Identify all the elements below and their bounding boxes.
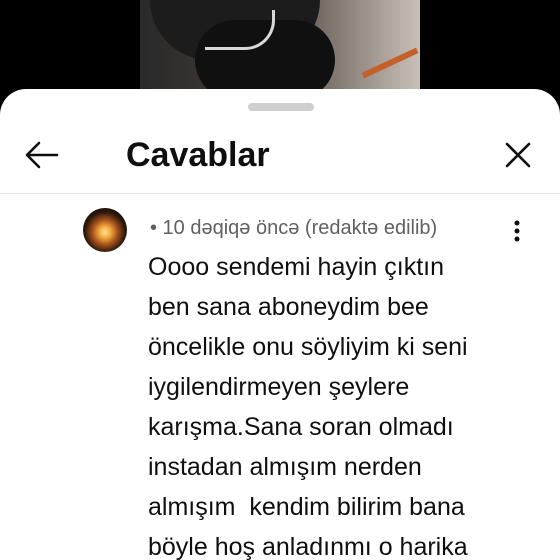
comment-line: iygilendirmeyen şeylere bbox=[148, 373, 410, 401]
comment-line: almışım kendim bilirim bana bbox=[148, 493, 465, 521]
replies-sheet: Cavablar • 10 dəqiqə öncə (redaktə edili… bbox=[0, 89, 560, 560]
avatar[interactable] bbox=[83, 208, 127, 252]
comment-item: • 10 dəqiqə öncə (redaktə edilib) Oooo s… bbox=[0, 194, 560, 560]
comment-line: ben sana aboneydim bee bbox=[148, 293, 429, 321]
more-options-button[interactable] bbox=[505, 216, 529, 246]
comment-line: Oooo sendemi hayin çıktın bbox=[148, 253, 444, 281]
arrow-left-icon bbox=[25, 141, 59, 169]
back-button[interactable] bbox=[22, 135, 62, 175]
more-vert-icon bbox=[514, 220, 520, 242]
comment-line: karışma.Sana soran olmadı bbox=[148, 413, 454, 441]
sheet-header: Cavablar bbox=[0, 119, 560, 193]
comment-line: böyle hoş anladınmı o harika bbox=[148, 533, 468, 560]
comment-line: öncelikle onu söyliyim ki seni bbox=[148, 333, 468, 361]
comment-meta: • 10 dəqiqə öncə (redaktə edilib) bbox=[150, 217, 438, 239]
drag-handle[interactable] bbox=[248, 103, 314, 111]
close-icon bbox=[505, 142, 531, 168]
page-title: Cavablar bbox=[126, 136, 270, 174]
comment-text: Oooo sendemi hayin çıktın ben sana abone… bbox=[148, 247, 548, 560]
comment-line: instadan almışım nerden bbox=[148, 453, 422, 481]
close-button[interactable] bbox=[498, 135, 538, 175]
